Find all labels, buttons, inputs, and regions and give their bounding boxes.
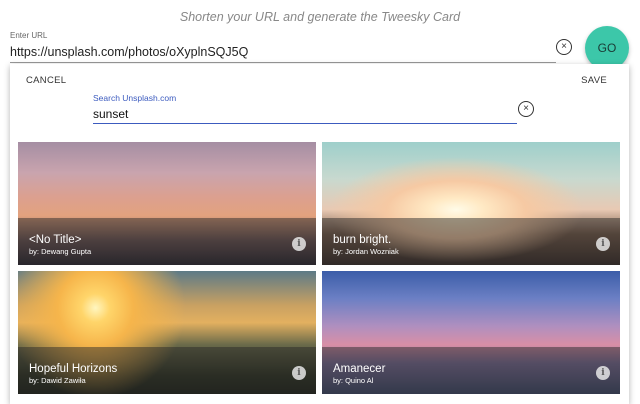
- image-card[interactable]: burn bright. by: Jordan Wozniak i: [322, 142, 620, 265]
- image-title: burn bright.: [333, 234, 392, 246]
- subtitle: Shorten your URL and generate the Tweesk…: [179, 10, 461, 24]
- unsplash-search-panel: CANCEL SAVE Search Unsplash.com × <No Ti…: [10, 64, 629, 404]
- image-title: Amanecer: [333, 363, 386, 375]
- image-title: Hopeful Horizons: [29, 363, 118, 375]
- image-title: <No Title>: [29, 234, 82, 246]
- save-button[interactable]: SAVE: [581, 75, 607, 86]
- image-card[interactable]: <No Title> by: Dewang Gupta i: [18, 142, 316, 265]
- info-icon[interactable]: i: [292, 366, 306, 380]
- image-card[interactable]: Hopeful Horizons by: Dawid Zawiła i: [18, 271, 316, 394]
- cancel-button[interactable]: CANCEL: [26, 75, 66, 86]
- url-input[interactable]: [10, 41, 556, 63]
- url-label: Enter URL: [10, 31, 48, 40]
- search-clear-icon[interactable]: ×: [518, 101, 534, 117]
- image-card[interactable]: Amanecer by: Quino Al i: [322, 271, 620, 394]
- image-author: by: Dewang Gupta: [29, 247, 92, 256]
- image-author: by: Jordan Wozniak: [333, 247, 399, 256]
- info-icon[interactable]: i: [292, 237, 306, 251]
- search-input[interactable]: [93, 104, 517, 124]
- search-label: Search Unsplash.com: [93, 93, 177, 103]
- url-clear-icon[interactable]: ×: [556, 39, 572, 55]
- image-author: by: Quino Al: [333, 376, 374, 385]
- info-icon[interactable]: i: [596, 366, 610, 380]
- image-author: by: Dawid Zawiła: [29, 376, 86, 385]
- info-icon[interactable]: i: [596, 237, 610, 251]
